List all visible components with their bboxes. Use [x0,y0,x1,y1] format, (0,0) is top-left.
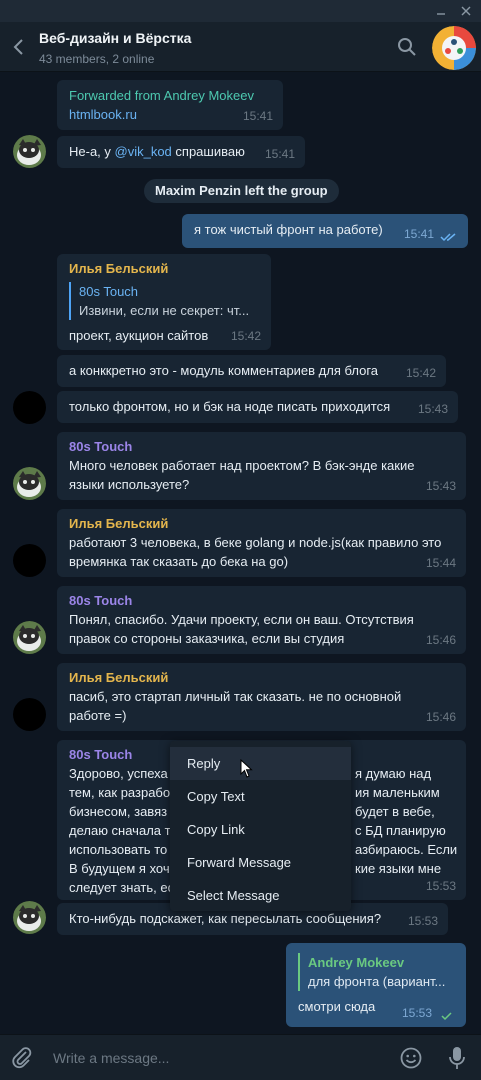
close-icon[interactable] [457,2,475,20]
author-name[interactable]: Илья Бельский [69,515,454,533]
user-avatar[interactable] [13,135,46,168]
minimize-icon[interactable] [432,2,450,20]
message-text: проект, аукцион сайтов [69,328,209,343]
message-text-line: работе =) [69,708,127,723]
reply-author: 80s Touch [79,284,139,299]
message-text: Кто-нибудь подскажет, как пересылать соо… [69,911,382,926]
message-outgoing-with-reply[interactable]: Andrey Mokeev для фронта (вариант... смо… [286,943,466,1027]
message-text-line: пасиб, это стартап личный так сказать. н… [69,689,402,704]
message-text-line: языки используете? [69,477,190,492]
message-text-line: работают 3 человека, в беке golang и nod… [69,535,442,550]
message-time: 15:43 [425,479,456,493]
message-time: 15:42 [230,329,261,343]
message-bubble[interactable]: Илья Бельский работают 3 человека, в бек… [57,509,466,577]
message-time: 15:46 [425,633,456,647]
double-check-icon [440,233,456,242]
message-link[interactable]: htmlbook.ru [69,107,137,122]
search-icon[interactable] [396,36,418,58]
microphone-icon[interactable] [446,1045,468,1071]
user-avatar[interactable] [13,467,46,500]
window-titlebar [0,0,481,22]
message-time: 15:41 [403,227,434,241]
message-time: 15:41 [242,109,273,123]
message-composer [0,1034,481,1080]
message-time: 15:53 [407,914,438,928]
user-avatar[interactable] [13,391,46,424]
user-avatar[interactable] [13,901,46,934]
message-time: 15:42 [405,366,436,380]
message-text: смотри сюда [298,999,376,1014]
message-time: 15:53 [401,1006,432,1020]
reply-quote[interactable]: 80s Touch Извини, если не секрет: чт... [69,282,259,320]
message-text: только фронтом, но и бэк на ноде писать … [69,399,391,414]
menu-item-copy-text[interactable]: Copy Text [170,780,351,813]
user-avatar[interactable] [13,621,46,654]
reply-text: Извини, если не секрет: чт... [79,303,250,318]
paperclip-icon[interactable] [10,1046,34,1070]
message-input[interactable] [53,1048,373,1068]
forwarded-from-label[interactable]: Forwarded from Andrey Mokeev [69,86,271,105]
message-time: 15:46 [425,710,456,724]
menu-item-reply[interactable]: Reply [170,747,351,780]
author-name[interactable]: 80s Touch [69,438,454,456]
author-name[interactable]: Илья Бельский [69,260,259,278]
back-arrow-icon[interactable] [8,34,30,60]
message-forwarded[interactable]: Forwarded from Andrey Mokeev htmlbook.ru… [57,80,283,130]
message-outgoing[interactable]: я тож чистый фронт на работе) 15:41 [182,214,468,248]
message-text-line: времянка так сказать до бека на go) [69,554,289,569]
context-menu[interactable]: Reply Copy Text Copy Link Forward Messag… [170,741,351,911]
reply-text: для фронта (вариант... [308,974,446,989]
message-text: я тож чистый фронт на работе) [194,222,383,237]
message-text-line: ия маленьким [355,785,440,800]
message-text-line: Понял, спасибо. Удачи проекту, если он в… [69,612,414,627]
group-avatar[interactable] [432,26,476,70]
message-bubble[interactable]: Не-а, у @vik_kod спрашиваю 15:41 [57,136,305,168]
reply-quote[interactable]: Andrey Mokeev для фронта (вариант... [298,953,454,991]
user-avatar[interactable] [13,544,46,577]
message-bubble[interactable]: 80s Touch Понял, спасибо. Удачи проекту,… [57,586,466,654]
menu-item-select-message[interactable]: Select Message [170,879,351,912]
message-text-line: кие языки мне [355,861,442,876]
message-text: спрашиваю [171,144,245,159]
message-bubble[interactable]: 80s Touch Много человек работает над про… [57,432,466,500]
user-avatar[interactable] [13,698,46,731]
menu-item-copy-link[interactable]: Copy Link [170,813,351,846]
message-time: 15:44 [425,556,456,570]
reply-author: Andrey Mokeev [308,955,405,970]
message-text-line: правок со стороны заказчика, если вы сту… [69,631,345,646]
message-text-line: я думаю над [355,766,432,781]
message-bubble[interactable]: только фронтом, но и бэк на ноде писать … [57,391,458,423]
message-bubble[interactable]: а конккретно это - модуль комментариев д… [57,355,446,387]
message-text-line: с БД планирую [355,823,446,838]
emoji-icon[interactable] [399,1046,423,1070]
message-bubble[interactable]: Илья Бельский пасиб, это стартап личный … [57,663,466,731]
mouse-cursor-icon [240,758,254,779]
chat-header: Веб-дизайн и Вёрстка 43 members, 2 onlin… [0,22,481,72]
message-text-line: Много человек работает над проектом? В б… [69,458,415,473]
author-name[interactable]: Илья Бельский [69,669,454,687]
menu-item-forward-message[interactable]: Forward Message [170,846,351,879]
message-text-line: азбираюсь. Если [355,842,458,857]
service-message: Maxim Penzin left the group [144,179,339,203]
message-text: а конккретно это - модуль комментариев д… [69,363,379,378]
check-icon [441,1012,452,1021]
chat-title[interactable]: Веб-дизайн и Вёрстка [39,30,191,46]
message-time: 15:43 [417,402,448,416]
message-text: Не-а, у [69,144,115,159]
message-time: 15:53 [425,879,456,893]
author-name[interactable]: 80s Touch [69,592,454,610]
chat-members-status: 43 members, 2 online [39,52,155,66]
message-with-reply[interactable]: Илья Бельский 80s Touch Извини, если не … [57,254,271,350]
mention-link[interactable]: @vik_kod [115,144,172,159]
message-time: 15:41 [264,147,295,161]
message-text-line: будет в вебе, [355,804,435,819]
